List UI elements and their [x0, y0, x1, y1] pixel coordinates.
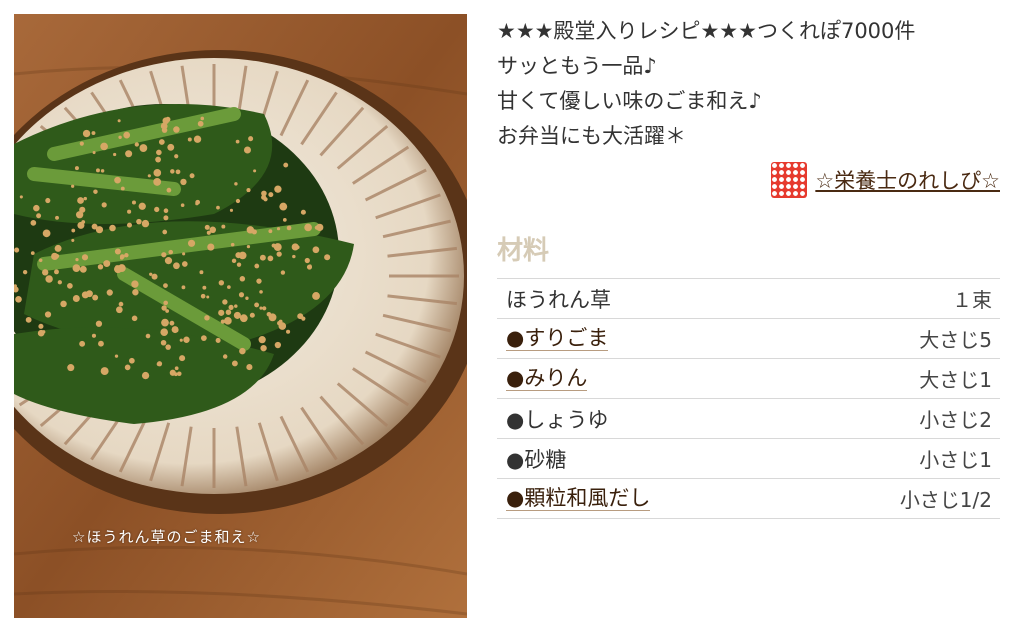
ingredient-name-link[interactable]: ●みりん [506, 366, 588, 391]
ingredient-row: ●顆粒和風だし 小さじ1/2 [497, 479, 1000, 519]
description-line: ★★★殿堂入りレシピ★★★つくれぽ7000件 [497, 19, 916, 43]
ingredient-row: ●みりん 大さじ1 [497, 359, 1000, 399]
description-line: 甘くて優しい味のごま和え♪ [497, 89, 762, 113]
ingredient-name-link[interactable]: ●すりごま [506, 326, 609, 351]
photo-caption: ☆ほうれん草のごま和え☆ [72, 528, 261, 546]
description-line: サッともう一品♪ [497, 54, 657, 78]
author-name-link[interactable]: ☆栄養士のれしぴ☆ [815, 165, 1000, 195]
ingredient-row: ●すりごま 大さじ5 [497, 319, 1000, 359]
ingredient-quantity: 小さじ1 [919, 448, 992, 472]
ingredient-quantity: 小さじ2 [919, 408, 992, 432]
ingredient-name-link[interactable]: ●顆粒和風だし [506, 486, 651, 511]
ingredient-name: ほうれん草 [506, 287, 611, 312]
author-link-group[interactable]: ☆栄養士のれしぴ☆ [771, 162, 1000, 198]
ingredient-row: ほうれん草 １束 [497, 279, 1000, 319]
ingredient-row: ●砂糖 小さじ1 [497, 439, 1000, 479]
recipe-photo[interactable]: ☆ほうれん草のごま和え☆ [14, 14, 467, 618]
ingredient-name: ●砂糖 [506, 447, 567, 472]
ingredient-quantity: 小さじ1/2 [899, 488, 992, 512]
recipe-description: ★★★殿堂入りレシピ★★★つくれぽ7000件 サッともう一品♪ 甘くて優しい味の… [497, 14, 1017, 154]
ingredient-name: ●しょうゆ [506, 407, 609, 432]
ingredients-list: ほうれん草 １束 ●すりごま 大さじ5 ●みりん 大さじ1 ●しょうゆ 小さじ2… [497, 278, 1000, 519]
ingredient-quantity: 大さじ5 [919, 328, 992, 352]
ingredients-heading: 材料 [497, 236, 550, 266]
description-line: お弁当にも大活躍＊ [497, 124, 686, 148]
ingredient-row: ●しょうゆ 小さじ2 [497, 399, 1000, 439]
ingredient-quantity: 大さじ1 [919, 368, 992, 392]
polka-dot-avatar-icon[interactable] [771, 162, 808, 198]
ingredient-quantity: １束 [952, 288, 992, 312]
